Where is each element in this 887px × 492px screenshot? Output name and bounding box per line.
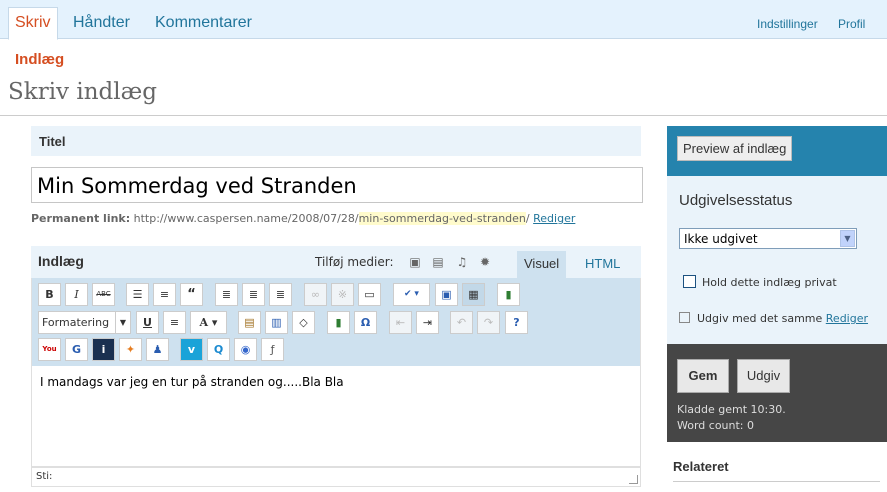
chevron-down-icon: ▼ — [840, 230, 855, 247]
unlink-icon[interactable]: ※ — [331, 283, 354, 306]
draft-saved-text: Kladde gemt 10:30. — [677, 403, 786, 416]
subnav-indlaeg[interactable]: Indlæg — [15, 51, 64, 68]
publish-time-label: Udgiv med det samme — [697, 312, 823, 325]
tab-kommentarer[interactable]: Kommentarer — [155, 8, 252, 39]
related-heading: Relateret — [673, 459, 729, 474]
paste-word-icon[interactable]: ▥ — [265, 311, 288, 334]
permalink-base: http://www.caspersen.name/2008/07/28/ — [133, 212, 359, 225]
special-char-icon[interactable]: Ω — [354, 311, 377, 334]
publish-time: Udgiv med det samme Rediger — [697, 312, 868, 325]
vimeo-icon[interactable]: v — [180, 338, 203, 361]
add-media-label: Tilføj medier: — [315, 255, 394, 269]
permalink-label: Permanent link: — [31, 212, 131, 225]
related-divider — [673, 481, 880, 482]
add-audio-icon[interactable]: ♫ — [455, 255, 469, 269]
dailymotion-icon[interactable]: ✦ — [119, 338, 142, 361]
resize-handle-icon[interactable] — [629, 475, 638, 484]
chevron-down-icon: ▼ — [115, 312, 130, 333]
permalink-trail: / — [525, 212, 530, 225]
publish-button[interactable]: Udgiv — [737, 359, 790, 393]
editor-path-bar: Sti: — [31, 467, 641, 487]
google-video-icon[interactable]: G — [65, 338, 88, 361]
status-heading: Udgivelsesstatus — [679, 192, 793, 209]
word-count-text: Word count: 0 — [677, 419, 755, 432]
more-icon[interactable]: ▭ — [358, 283, 381, 306]
media-icon[interactable]: ▮ — [327, 311, 350, 334]
myspace-icon[interactable]: ♟ — [146, 338, 169, 361]
calendar-icon — [679, 312, 690, 323]
flash-icon[interactable]: ƒ — [261, 338, 284, 361]
tab-haandter[interactable]: Håndter — [73, 8, 130, 39]
tab-visual[interactable]: Visuel — [517, 251, 567, 278]
realplayer-icon[interactable]: ◉ — [234, 338, 257, 361]
strikethrough-icon[interactable]: ABC — [92, 283, 115, 306]
tab-skriv[interactable]: Skriv — [8, 7, 58, 40]
undo-icon[interactable]: ↶ — [450, 311, 473, 334]
format-select[interactable]: Formatering ▼ — [38, 311, 131, 334]
add-video-icon[interactable]: ▤ — [431, 255, 445, 269]
tab-html[interactable]: HTML — [578, 251, 627, 278]
top-navigation: Skriv Håndter Kommentarer Indstillinger … — [0, 0, 887, 40]
private-checkbox[interactable] — [683, 275, 696, 288]
ifilm-icon[interactable]: i — [92, 338, 115, 361]
publish-sidebar: Preview af indlæg Udgivelsesstatus Ikke … — [667, 126, 887, 442]
justify-icon[interactable]: ≡ — [163, 311, 186, 334]
format-select-value: Formatering — [42, 316, 110, 329]
link-icon[interactable]: ∞ — [304, 283, 327, 306]
quicktime-icon[interactable]: Q — [207, 338, 230, 361]
numbered-list-icon[interactable]: ≡ — [153, 283, 176, 306]
align-right-icon[interactable]: ≣ — [269, 283, 292, 306]
align-left-icon[interactable]: ≣ — [215, 283, 238, 306]
publish-time-edit-link[interactable]: Rediger — [826, 312, 868, 325]
status-select-value: Ikke udgivet — [684, 232, 758, 246]
permalink-slug: min-sommerdag-ved-stranden — [358, 212, 526, 225]
preview-button[interactable]: Preview af indlæg — [677, 136, 793, 161]
permalink: Permanent link: http://www.caspersen.nam… — [31, 212, 575, 225]
outdent-icon[interactable]: ⇤ — [389, 311, 412, 334]
path-label: Sti: — [36, 471, 53, 482]
editor-label: Indlæg — [38, 253, 84, 269]
save-icon[interactable]: ▮ — [497, 283, 520, 306]
page-title: Skriv indlæg — [8, 79, 157, 105]
divider — [0, 115, 887, 116]
settings-link[interactable]: Indstillinger — [757, 17, 818, 31]
profile-link[interactable]: Profil — [838, 17, 865, 31]
help-icon[interactable]: ? — [505, 311, 528, 334]
bullet-list-icon[interactable]: ☰ — [126, 283, 149, 306]
spellcheck-icon[interactable]: ✔ ▾ — [393, 283, 430, 306]
bold-icon[interactable]: B — [38, 283, 61, 306]
editor-header: Indlæg Tilføj medier: ▣ ▤ ♫ ✹ Visuel HTM… — [31, 246, 641, 278]
italic-icon[interactable]: I — [65, 283, 88, 306]
text-color-icon[interactable]: A ▾ — [190, 311, 227, 334]
redo-icon[interactable]: ↷ — [477, 311, 500, 334]
private-label: Hold dette indlæg privat — [702, 276, 837, 289]
add-media-icon[interactable]: ✹ — [478, 255, 492, 269]
save-box: Gem Udgiv Kladde gemt 10:30. Word count:… — [667, 344, 887, 442]
paste-text-icon[interactable]: ▤ — [238, 311, 261, 334]
status-select[interactable]: Ikke udgivet ▼ — [679, 228, 857, 249]
post-title-input[interactable]: Min Sommerdag ved Stranden — [31, 167, 643, 203]
add-image-icon[interactable]: ▣ — [408, 255, 422, 269]
underline-icon[interactable]: U — [136, 311, 159, 334]
save-button[interactable]: Gem — [677, 359, 729, 393]
remove-format-icon[interactable]: ◇ — [292, 311, 315, 334]
indent-icon[interactable]: ⇥ — [416, 311, 439, 334]
add-media: Tilføj medier: ▣ ▤ ♫ ✹ — [315, 255, 490, 269]
blockquote-icon[interactable]: “ — [180, 283, 203, 306]
title-section-header: Titel — [31, 126, 641, 156]
kitchen-sink-icon[interactable]: ▦ — [462, 283, 485, 306]
youtube-icon[interactable]: You — [38, 338, 61, 361]
align-center-icon[interactable]: ≣ — [242, 283, 265, 306]
editor-toolbar: B I ABC ☰ ≡ “ ≣ ≣ ≣ ∞ ※ ▭ ✔ ▾ ▣ ▦ ▮ Form… — [31, 278, 641, 366]
fullscreen-icon[interactable]: ▣ — [435, 283, 458, 306]
permalink-edit-link[interactable]: Rediger — [533, 212, 575, 225]
editor-content[interactable]: I mandags var jeg en tur på stranden og.… — [31, 366, 641, 467]
